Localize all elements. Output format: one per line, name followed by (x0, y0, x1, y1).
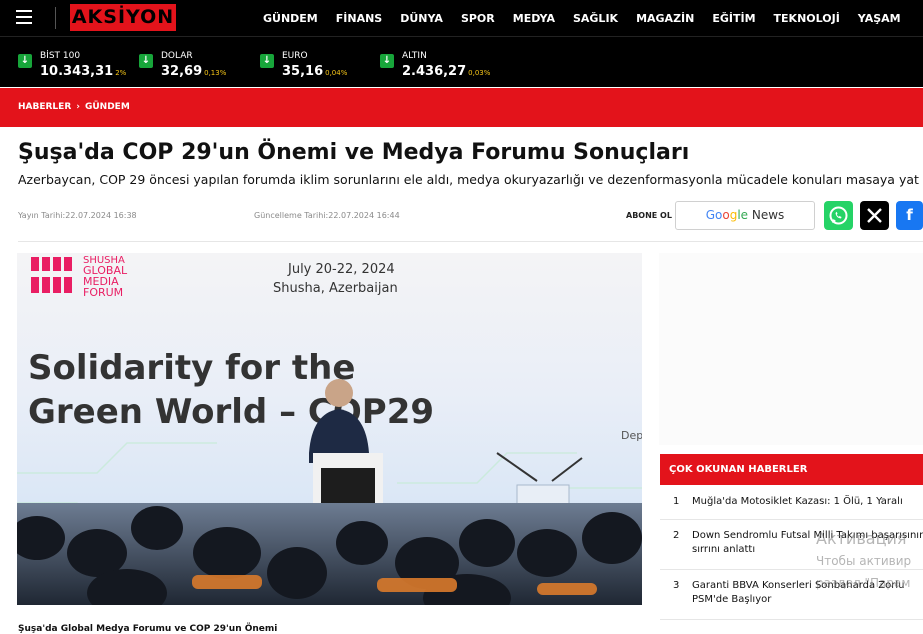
down-arrow-icon: ↓ (260, 54, 274, 68)
ad-placeholder (659, 253, 923, 445)
nav-item-saglik[interactable]: SAĞLIK (573, 12, 618, 25)
nav-item-finans[interactable]: FİNANS (336, 12, 382, 25)
article-summary: Azerbaycan, COP 29 öncesi yapılan forumd… (18, 172, 919, 187)
ticker-name: BİST 100 (40, 51, 81, 61)
side-text: Dep (621, 429, 642, 442)
update-date: Güncelleme Tarihi:22.07.2024 16:44 (254, 211, 400, 220)
watermark-line1: Активация (816, 529, 907, 548)
whatsapp-icon (829, 206, 848, 225)
nav-item-yasam[interactable]: YAŞAM (858, 12, 901, 25)
nav-item-teknoloji[interactable]: TEKNOLOJİ (774, 12, 840, 25)
hamburger-menu-icon[interactable] (16, 10, 32, 24)
facebook-icon: f (906, 206, 913, 224)
nav-item-medya[interactable]: MEDYA (513, 12, 555, 25)
x-share-button[interactable] (860, 201, 889, 230)
item-rank: 2 (673, 530, 680, 541)
item-title: Muğla'da Motosiklet Kazası: 1 Ölü, 1 Yar… (692, 496, 903, 507)
item-rank: 3 (673, 580, 680, 591)
most-read-item[interactable]: 1 Muğla'da Motosiklet Kazası: 1 Ölü, 1 Y… (660, 485, 923, 520)
facebook-share-button[interactable]: f (896, 201, 923, 230)
ticker-value: 2.436,27 0,03% (402, 64, 491, 79)
nav-item-gundem[interactable]: GÜNDEM (263, 12, 318, 25)
nav-item-spor[interactable]: SPOR (461, 12, 495, 25)
watermark-line3: раздел "Парам (816, 576, 911, 590)
ticker-value: 10.343,31 2% (40, 64, 127, 79)
slogan-line2: Green World – COP29 (28, 392, 434, 432)
logo-divider (55, 7, 56, 29)
ticker-name: EURO (282, 51, 308, 61)
image-caption: Şuşa'da Global Medya Forumu ve COP 29'un… (18, 624, 278, 634)
nav-item-egitim[interactable]: EĞİTİM (712, 12, 755, 25)
event-place: Shusha, Azerbaijan (273, 281, 398, 296)
activation-watermark: Активация Чтобы активир раздел "Парам (816, 528, 911, 594)
down-arrow-icon: ↓ (18, 54, 32, 68)
follow-label: ABONE OL (626, 211, 672, 220)
nav-item-magazin[interactable]: MAGAZİN (636, 12, 694, 25)
google-news-button[interactable]: Google News (675, 201, 815, 230)
meta-divider (18, 241, 923, 242)
down-arrow-icon: ↓ (139, 54, 153, 68)
ticker-name: DOLAR (161, 51, 193, 61)
breadcrumb-home[interactable]: HABERLER (18, 102, 71, 112)
item-rank: 1 (673, 496, 680, 507)
site-logo[interactable]: AKSİYON (70, 4, 176, 31)
top-navbar: AKSİYON GÜNDEM FİNANS DÜNYA SPOR MEDYA S… (0, 0, 923, 36)
ticker-value: 35,16 0,04% (282, 64, 348, 79)
x-logo-icon (867, 208, 882, 223)
ticker-name: ALTIN (402, 51, 427, 61)
forum-logo (31, 257, 72, 293)
article-title: Şuşa'da COP 29'un Önemi ve Medya Forumu … (18, 140, 690, 165)
most-read-header: ÇOK OKUNAN HABERLER (660, 454, 923, 485)
breadcrumb: HABERLER › GÜNDEM (18, 102, 130, 112)
event-date: July 20-22, 2024 (287, 262, 395, 277)
watermark-line2: Чтобы активир (816, 554, 912, 568)
main-nav: GÜNDEM FİNANS DÜNYA SPOR MEDYA SAĞLIK MA… (263, 0, 919, 36)
down-arrow-icon: ↓ (380, 54, 394, 68)
most-read-title: ÇOK OKUNAN HABERLER (669, 464, 808, 475)
breadcrumb-bar: HABERLER › GÜNDEM (0, 88, 923, 127)
ticker-change: 2% (115, 69, 127, 77)
whatsapp-share-button[interactable] (824, 201, 853, 230)
ticker-change: 0,03% (468, 69, 491, 77)
market-ticker: ↓ BİST 100 10.343,31 2% ↓ DOLAR 32,69 0,13… (0, 36, 923, 87)
article-hero-image: SHUSHA GLOBAL MEDIA FORUM July 20-22, 20… (17, 253, 642, 605)
slogan-line1: Solidarity for the (28, 348, 355, 388)
hero-illustration: SHUSHA GLOBAL MEDIA FORUM July 20-22, 20… (17, 255, 642, 605)
ticker-value: 32,69 0,13% (161, 64, 227, 79)
publish-date: Yayın Tarihi:22.07.2024 16:38 (18, 211, 137, 220)
chevron-right-icon: › (76, 102, 80, 112)
ticker-change: 0,04% (325, 69, 348, 77)
ticker-change: 0,13% (204, 69, 227, 77)
forum-name-line4: FORUM (83, 286, 123, 299)
breadcrumb-current[interactable]: GÜNDEM (85, 102, 130, 112)
nav-item-dunya[interactable]: DÜNYA (400, 12, 443, 25)
